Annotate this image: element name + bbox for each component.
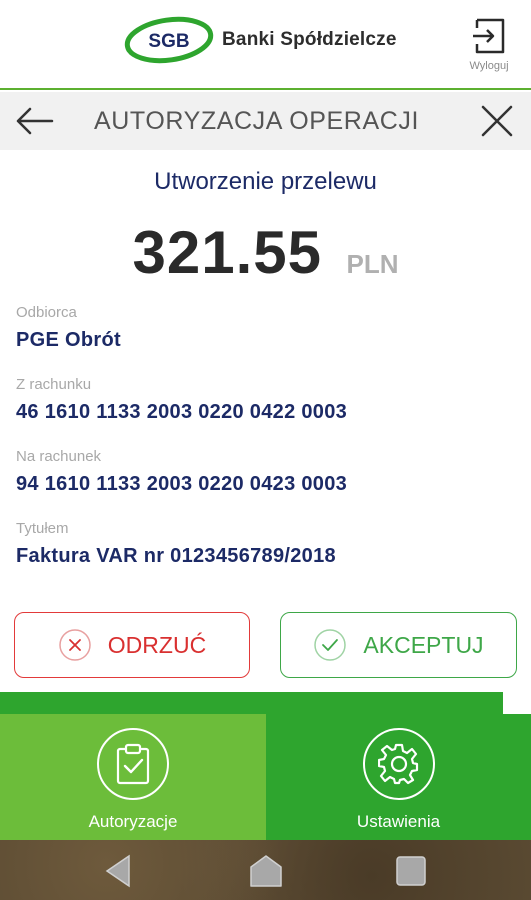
authorizations-icon-circle <box>97 728 169 800</box>
home-icon <box>250 855 282 887</box>
bottom-navigation: Autoryzacje Ustawienia <box>0 714 531 840</box>
operation-title: Utworzenie przelewu <box>154 168 377 195</box>
accept-label: AKCEPTUJ <box>363 631 484 658</box>
to-account-label: Na rachunek <box>16 448 102 465</box>
sgb-logo: SGB Banki Spółdzielcze <box>124 12 424 68</box>
recipient-field: Odbiorca PGE Obrót <box>16 304 516 352</box>
from-account-label: Z rachunku <box>16 376 92 393</box>
green-divider-strip <box>0 692 503 714</box>
logout-icon <box>473 18 505 54</box>
system-navigation-bar <box>0 840 531 900</box>
reject-button[interactable]: ODRZUĆ <box>14 612 250 678</box>
logout-label: Wyloguj <box>469 60 509 72</box>
sgb-logo-mark: SGB <box>124 16 214 64</box>
nav-label-settings: Ustawienia <box>356 812 441 831</box>
system-recent-apps-button[interactable] <box>391 852 431 890</box>
amount-value: 321.55 <box>132 219 323 286</box>
app-header: SGB Banki Spółdzielcze Wyloguj <box>0 0 531 90</box>
x-circle-icon <box>59 629 91 661</box>
logo-mark-text: SGB <box>148 31 189 52</box>
transfer-title-field: Tytułem Faktura VAR nr 0123456789/2018 <box>16 520 516 568</box>
nav-item-settings[interactable]: Ustawienia <box>266 714 531 840</box>
from-account-field: Z rachunku 46 1610 1133 2003 0220 0422 0… <box>16 376 516 424</box>
title-bar: AUTORYZACJA OPERACJI <box>0 92 531 150</box>
to-account-field: Na rachunek 94 1610 1133 2003 0220 0423 … <box>16 448 516 496</box>
nav-item-authorizations[interactable]: Autoryzacje <box>0 714 266 840</box>
transfer-title-label: Tytułem <box>16 520 69 537</box>
amount-row: 321.55 PLN <box>0 218 531 287</box>
recipient-value: PGE Obrót <box>16 329 121 351</box>
nav-label-authorizations: Autoryzacje <box>88 812 178 831</box>
logout-button[interactable]: Wyloguj <box>461 16 517 78</box>
transfer-title-value: Faktura VAR nr 0123456789/2018 <box>16 545 336 567</box>
close-button[interactable] <box>477 102 517 140</box>
clipboard-check-icon <box>116 743 150 785</box>
triangle-back-icon <box>105 854 130 888</box>
settings-icon-circle <box>362 728 435 800</box>
amount-currency: PLN <box>346 249 399 279</box>
back-button[interactable] <box>12 102 56 140</box>
from-account-value: 46 1610 1133 2003 0220 0422 0003 <box>16 401 348 423</box>
system-back-button[interactable] <box>98 852 138 890</box>
reject-label: ODRZUĆ <box>107 631 207 658</box>
recipient-label: Odbiorca <box>16 304 77 321</box>
system-home-button[interactable] <box>246 852 286 890</box>
check-circle-icon <box>314 629 347 661</box>
to-account-value: 94 1610 1133 2003 0220 0423 0003 <box>16 473 348 495</box>
page-title: AUTORYZACJA OPERACJI <box>94 107 420 135</box>
accept-button[interactable]: AKCEPTUJ <box>280 612 517 678</box>
gear-icon <box>377 743 418 785</box>
square-recent-icon <box>396 856 426 886</box>
close-icon <box>481 105 513 137</box>
arrow-left-icon <box>16 107 54 135</box>
brand-name: Banki Spółdzielcze <box>222 29 397 50</box>
